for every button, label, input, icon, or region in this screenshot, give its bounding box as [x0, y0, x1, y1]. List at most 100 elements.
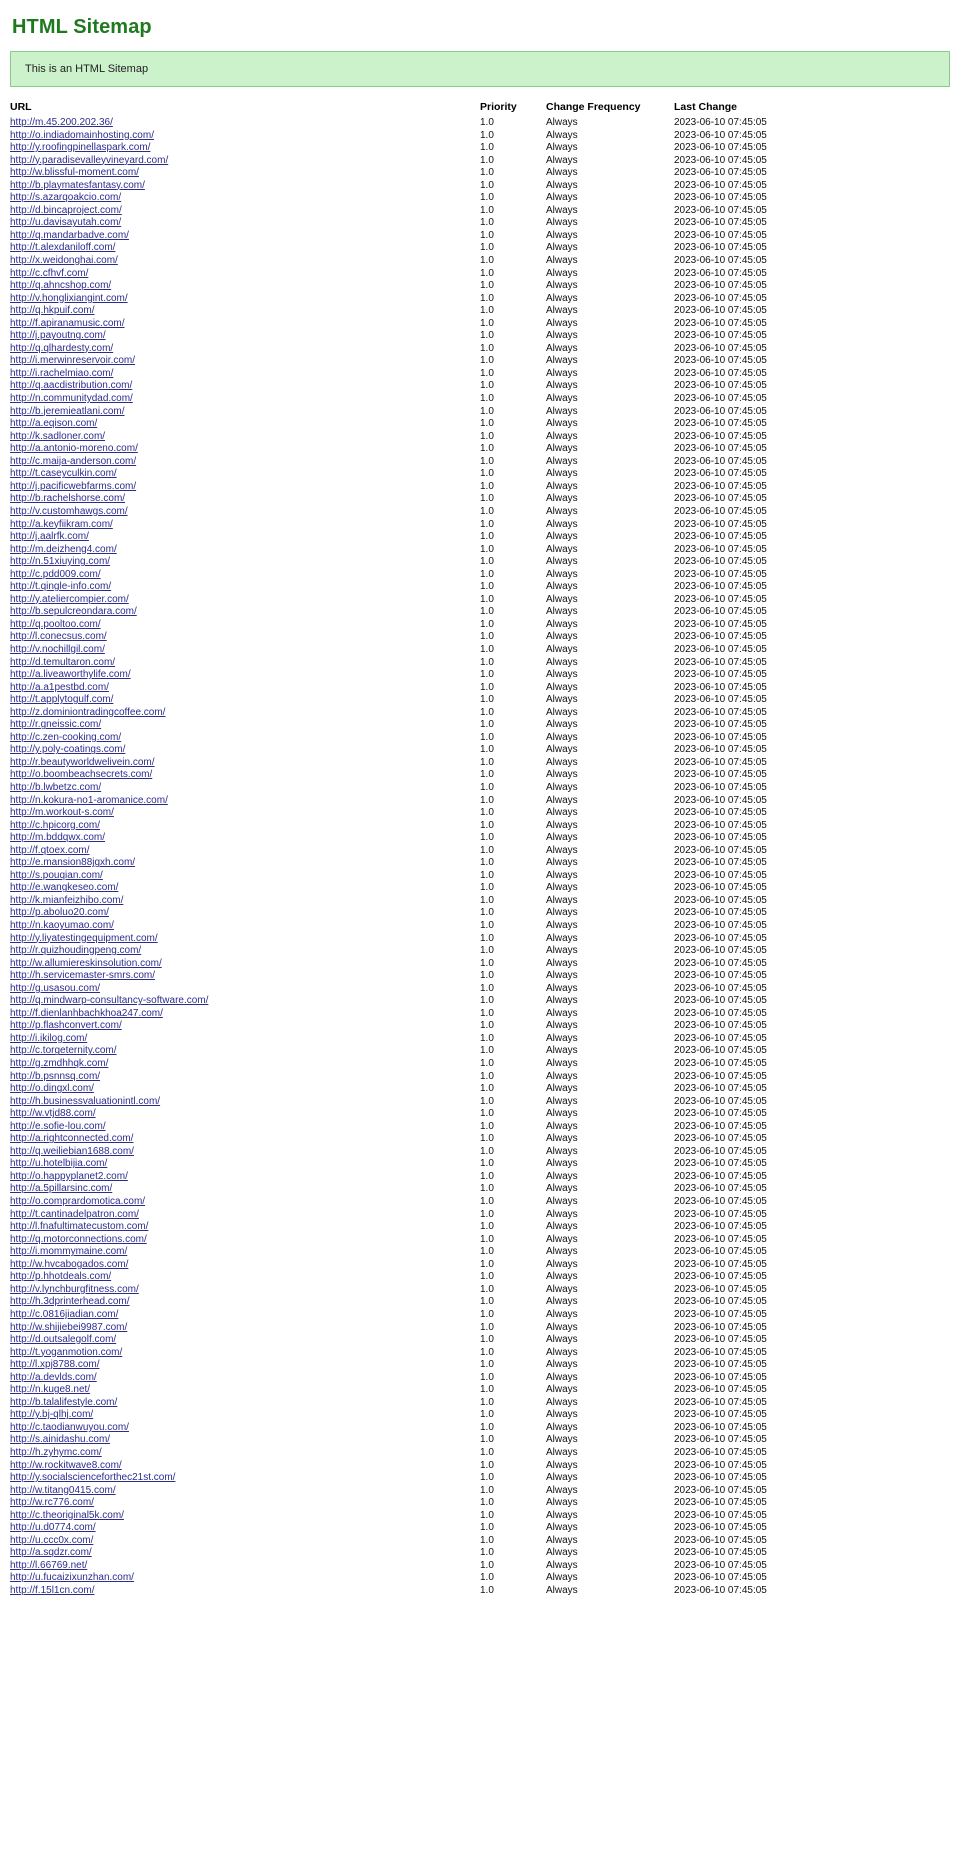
sitemap-url-link[interactable]: http://q.weiliebian1688.com/	[10, 1146, 134, 1157]
sitemap-url-link[interactable]: http://g.zmdhhqk.com/	[10, 1058, 108, 1069]
sitemap-url-link[interactable]: http://a.eqison.com/	[10, 418, 97, 429]
sitemap-url-link[interactable]: http://t.caseyculkin.com/	[10, 468, 117, 479]
sitemap-url-link[interactable]: http://u.fucaizixunzhan.com/	[10, 1572, 134, 1583]
sitemap-url-link[interactable]: http://d.outsalegolf.com/	[10, 1334, 116, 1345]
sitemap-url-link[interactable]: http://y.ateliercompier.com/	[10, 594, 129, 605]
sitemap-url-link[interactable]: http://a.liveaworthylife.com/	[10, 669, 131, 680]
sitemap-url-link[interactable]: http://b.playmatesfantasy.com/	[10, 180, 145, 191]
sitemap-url-link[interactable]: http://o.boombeachsecrets.com/	[10, 769, 152, 780]
sitemap-url-link[interactable]: http://y.poly-coatings.com/	[10, 744, 125, 755]
sitemap-url-link[interactable]: http://h.zyhymc.com/	[10, 1447, 102, 1458]
sitemap-url-link[interactable]: http://w.titang0415.com/	[10, 1485, 116, 1496]
sitemap-url-link[interactable]: http://s.azarqoakcio.com/	[10, 192, 121, 203]
sitemap-url-link[interactable]: http://s.pouqian.com/	[10, 870, 103, 881]
sitemap-url-link[interactable]: http://q.qlhardesty.com/	[10, 343, 113, 354]
sitemap-url-link[interactable]: http://h.servicemaster-smrs.com/	[10, 970, 155, 981]
sitemap-url-link[interactable]: http://o.comprardomotica.com/	[10, 1196, 145, 1207]
sitemap-url-link[interactable]: http://l.66769.net/	[10, 1560, 87, 1571]
sitemap-url-link[interactable]: http://k.mianfeizhibo.com/	[10, 895, 123, 906]
sitemap-url-link[interactable]: http://w.allumiereskinsolution.com/	[10, 958, 162, 969]
sitemap-url-link[interactable]: http://p.hhotdeals.com/	[10, 1271, 111, 1282]
sitemap-url-link[interactable]: http://q.aacdistribution.com/	[10, 380, 132, 391]
sitemap-url-link[interactable]: http://q.mindwarp-consultancy-software.c…	[10, 995, 208, 1006]
sitemap-url-link[interactable]: http://c.zen-cooking.com/	[10, 732, 121, 743]
sitemap-url-link[interactable]: http://y.socialscienceforthec21st.com/	[10, 1472, 175, 1483]
sitemap-url-link[interactable]: http://j.pacificwebfarms.com/	[10, 481, 136, 492]
sitemap-url-link[interactable]: http://w.vtjd88.com/	[10, 1108, 96, 1119]
sitemap-url-link[interactable]: http://b.sepulcreondara.com/	[10, 606, 137, 617]
sitemap-url-link[interactable]: http://n.communitydad.com/	[10, 393, 133, 404]
sitemap-url-link[interactable]: http://a.antonio-moreno.com/	[10, 443, 138, 454]
sitemap-url-link[interactable]: http://e.wangkeseo.com/	[10, 882, 118, 893]
sitemap-url-link[interactable]: http://l.xpj8788.com/	[10, 1359, 100, 1370]
sitemap-url-link[interactable]: http://j.aalrfk.com/	[10, 531, 89, 542]
sitemap-url-link[interactable]: http://c.cfhvf.com/	[10, 268, 88, 279]
sitemap-url-link[interactable]: http://l.fnafultimatecustom.com/	[10, 1221, 148, 1232]
sitemap-url-link[interactable]: http://e.sofie-lou.com/	[10, 1121, 106, 1132]
sitemap-url-link[interactable]: http://o.indiadomainhosting.com/	[10, 130, 154, 141]
sitemap-url-link[interactable]: http://b.talalifestyle.com/	[10, 1397, 117, 1408]
sitemap-url-link[interactable]: http://o.happyplanet2.com/	[10, 1171, 128, 1182]
sitemap-url-link[interactable]: http://f.dienlanhbachkhoa247.com/	[10, 1008, 163, 1019]
sitemap-url-link[interactable]: http://s.ainidashu.com/	[10, 1434, 110, 1445]
sitemap-url-link[interactable]: http://v.honglixiangint.com/	[10, 293, 128, 304]
sitemap-url-link[interactable]: http://w.rc776.com/	[10, 1497, 94, 1508]
sitemap-url-link[interactable]: http://c.0816jiadian.com/	[10, 1309, 118, 1320]
sitemap-url-link[interactable]: http://c.taodianwuyou.com/	[10, 1422, 129, 1433]
sitemap-url-link[interactable]: http://j.payoutng.com/	[10, 330, 106, 341]
sitemap-url-link[interactable]: http://c.torgeternity.com/	[10, 1045, 117, 1056]
sitemap-url-link[interactable]: http://x.weidonghai.com/	[10, 255, 118, 266]
sitemap-url-link[interactable]: http://m.workout-s.com/	[10, 807, 114, 818]
sitemap-url-link[interactable]: http://y.bj-qlhj.com/	[10, 1409, 93, 1420]
sitemap-url-link[interactable]: http://z.dominiontradingcoffee.com/	[10, 707, 165, 718]
sitemap-url-link[interactable]: http://y.liyatestingequipment.com/	[10, 933, 158, 944]
sitemap-url-link[interactable]: http://b.rachelshorse.com/	[10, 493, 125, 504]
sitemap-url-link[interactable]: http://u.davisayutah.com/	[10, 217, 121, 228]
sitemap-url-link[interactable]: http://n.kokura-no1-aromanice.com/	[10, 795, 168, 806]
sitemap-url-link[interactable]: http://r.gneissic.com/	[10, 719, 101, 730]
sitemap-url-link[interactable]: http://c.theoriginal5k.com/	[10, 1510, 124, 1521]
sitemap-url-link[interactable]: http://e.mansion88jgxh.com/	[10, 857, 135, 868]
sitemap-url-link[interactable]: http://t.applytogulf.com/	[10, 694, 113, 705]
sitemap-url-link[interactable]: http://c.hpicorg.com/	[10, 820, 100, 831]
sitemap-url-link[interactable]: http://i.merwinreservoir.com/	[10, 355, 135, 366]
sitemap-url-link[interactable]: http://t.cantinadelpatron.com/	[10, 1209, 139, 1220]
sitemap-url-link[interactable]: http://k.sadloner.com/	[10, 431, 105, 442]
sitemap-url-link[interactable]: http://q.pooltoo.com/	[10, 619, 101, 630]
sitemap-url-link[interactable]: http://i.mommymaine.com/	[10, 1246, 127, 1257]
sitemap-url-link[interactable]: http://g.usasou.com/	[10, 983, 100, 994]
sitemap-url-link[interactable]: http://m.deizheng4.com/	[10, 544, 117, 555]
sitemap-url-link[interactable]: http://t.yoganmotion.com/	[10, 1347, 122, 1358]
sitemap-url-link[interactable]: http://u.d0774.com/	[10, 1522, 96, 1533]
sitemap-url-link[interactable]: http://y.roofingpinellaspark.com/	[10, 142, 150, 153]
sitemap-url-link[interactable]: http://i.ikilog.com/	[10, 1033, 87, 1044]
sitemap-url-link[interactable]: http://w.blissful-moment.com/	[10, 167, 139, 178]
sitemap-url-link[interactable]: http://v.customhawgs.com/	[10, 506, 128, 517]
sitemap-url-link[interactable]: http://t.alexdaniloff.com/	[10, 242, 115, 253]
sitemap-url-link[interactable]: http://y.paradisevalleyvineyard.com/	[10, 155, 168, 166]
sitemap-url-link[interactable]: http://h.3dprinterhead.com/	[10, 1296, 130, 1307]
sitemap-url-link[interactable]: http://q.mandarbadve.com/	[10, 230, 129, 241]
sitemap-url-link[interactable]: http://i.rachelmiao.com/	[10, 368, 113, 379]
sitemap-url-link[interactable]: http://w.shijiebei9987.com/	[10, 1322, 127, 1333]
sitemap-url-link[interactable]: http://t.qingle-info.com/	[10, 581, 111, 592]
sitemap-url-link[interactable]: http://c.maija-anderson.com/	[10, 456, 136, 467]
sitemap-url-link[interactable]: http://c.pdd009.com/	[10, 569, 101, 580]
sitemap-url-link[interactable]: http://n.51xiuying.com/	[10, 556, 110, 567]
sitemap-url-link[interactable]: http://r.beautyworldwelivein.com/	[10, 757, 155, 768]
sitemap-url-link[interactable]: http://q.ahncshop.com/	[10, 280, 111, 291]
sitemap-url-link[interactable]: http://u.ccc0x.com/	[10, 1535, 93, 1546]
sitemap-url-link[interactable]: http://q.motorconnections.com/	[10, 1234, 147, 1245]
sitemap-url-link[interactable]: http://l.conecsus.com/	[10, 631, 107, 642]
sitemap-url-link[interactable]: http://w.hvcabogados.com/	[10, 1259, 128, 1270]
sitemap-url-link[interactable]: http://a.keyfiikram.com/	[10, 519, 113, 530]
sitemap-url-link[interactable]: http://m.45.200.202.36/	[10, 117, 113, 128]
sitemap-url-link[interactable]: http://p.aboluo20.com/	[10, 907, 109, 918]
sitemap-url-link[interactable]: http://b.jeremieatlani.com/	[10, 406, 125, 417]
sitemap-url-link[interactable]: http://d.bincaproject.com/	[10, 205, 122, 216]
sitemap-url-link[interactable]: http://a.5pillarsinc.com/	[10, 1183, 112, 1194]
sitemap-url-link[interactable]: http://b.psnnsq.com/	[10, 1071, 100, 1082]
sitemap-url-link[interactable]: http://r.quizhoudingpeng.com/	[10, 945, 141, 956]
sitemap-url-link[interactable]: http://o.dingxl.com/	[10, 1083, 94, 1094]
sitemap-url-link[interactable]: http://a.sqdzr.com/	[10, 1547, 92, 1558]
